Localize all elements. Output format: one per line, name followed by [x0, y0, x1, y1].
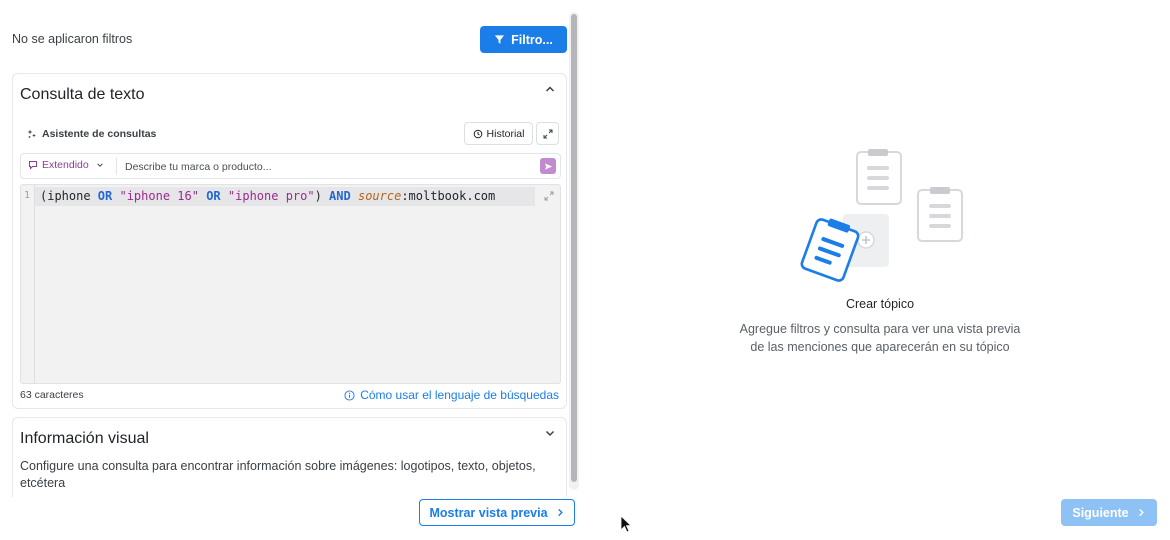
expand-editor-icon[interactable] [544, 191, 554, 201]
speech-bubble-icon [29, 161, 37, 170]
chevron-down-icon [96, 163, 103, 167]
code-token: :moltbook.com [401, 189, 496, 203]
chevron-right-icon [557, 508, 563, 517]
visual-info-card: Información visual Configure una consult… [12, 417, 567, 497]
query-code: (iphone OR "iphone 16" OR "iphone pro") … [40, 189, 495, 203]
filter-button-label: Filtro... [511, 32, 553, 47]
editor-gutter: 1 [21, 185, 35, 383]
history-icon [473, 129, 482, 138]
code-keyword: OR [97, 189, 113, 203]
code-string: "iphone pro" [227, 189, 315, 203]
query-panel: No se aplicaron filtros Filtro... Consul… [0, 0, 580, 540]
visual-info-description: Configure una consulta para encontrar in… [20, 459, 536, 490]
chevron-right-icon [1138, 508, 1144, 517]
chevron-down-icon[interactable] [544, 427, 556, 439]
text-query-card: Consulta de texto Asistente de consultas… [12, 73, 567, 409]
send-button[interactable] [540, 158, 556, 174]
assistant-prompt-row: Extendido [20, 153, 561, 179]
code-field: source [357, 189, 402, 203]
send-icon [544, 162, 552, 170]
code-token: (iphone [40, 189, 98, 203]
mode-dropdown[interactable]: Extendido [28, 159, 104, 171]
empty-state-description: Agregue filtros y consulta para ver una … [700, 320, 1060, 356]
show-preview-label: Mostrar vista previa [429, 505, 548, 520]
info-icon [344, 389, 355, 401]
sparkle-icon [27, 129, 36, 138]
text-query-title: Consulta de texto [20, 86, 145, 103]
code-string: "iphone 16" [119, 189, 199, 203]
mouse-cursor-icon [620, 515, 632, 533]
history-button-label: Historial [486, 127, 525, 140]
visual-info-title: Información visual [20, 430, 149, 447]
mode-label: Extendido [42, 159, 89, 171]
filter-icon [495, 35, 505, 44]
mode-separator [116, 158, 117, 175]
code-keyword: AND [329, 189, 351, 203]
query-assistant[interactable]: Asistente de consultas [27, 128, 156, 140]
history-button[interactable]: Historial [464, 122, 533, 145]
empty-state-title: Crear tópico [845, 297, 915, 311]
scrollbar-thumb[interactable] [571, 14, 577, 482]
next-button-label: Siguiente [1072, 505, 1129, 520]
assistant-prompt-input[interactable] [125, 157, 525, 176]
help-link-label: Cómo usar el lenguaje de búsquedas [360, 388, 559, 402]
panel-scrollbar[interactable] [569, 12, 579, 490]
query-assistant-label: Asistente de consultas [42, 128, 157, 140]
filter-button[interactable]: Filtro... [480, 26, 567, 53]
clipboard-illustration-icon [800, 149, 963, 282]
code-token: ) [314, 189, 330, 203]
expand-icon [543, 129, 552, 138]
chevron-up-icon[interactable] [544, 83, 556, 95]
filter-row: No se aplicaron filtros Filtro... [12, 26, 567, 53]
next-button[interactable]: Siguiente [1061, 499, 1157, 526]
character-count: 63 caracteres [20, 389, 84, 401]
code-keyword: OR [206, 189, 221, 203]
expand-assistant-button[interactable] [536, 122, 559, 145]
empty-state-description-line: de las menciones que aparecerán en su tó… [750, 340, 1010, 354]
query-editor[interactable]: 1 (iphone OR "iphone 16" OR "iphone pro"… [20, 184, 561, 384]
empty-state-description-line: Agregue filtros y consulta para ver una … [739, 322, 1021, 336]
line-number: 1 [24, 190, 31, 201]
show-preview-button[interactable]: Mostrar vista previa [419, 499, 575, 526]
filter-status-text: No se aplicaron filtros [12, 32, 133, 46]
query-language-help-link[interactable]: Cómo usar el lenguaje de búsquedas [344, 388, 559, 402]
